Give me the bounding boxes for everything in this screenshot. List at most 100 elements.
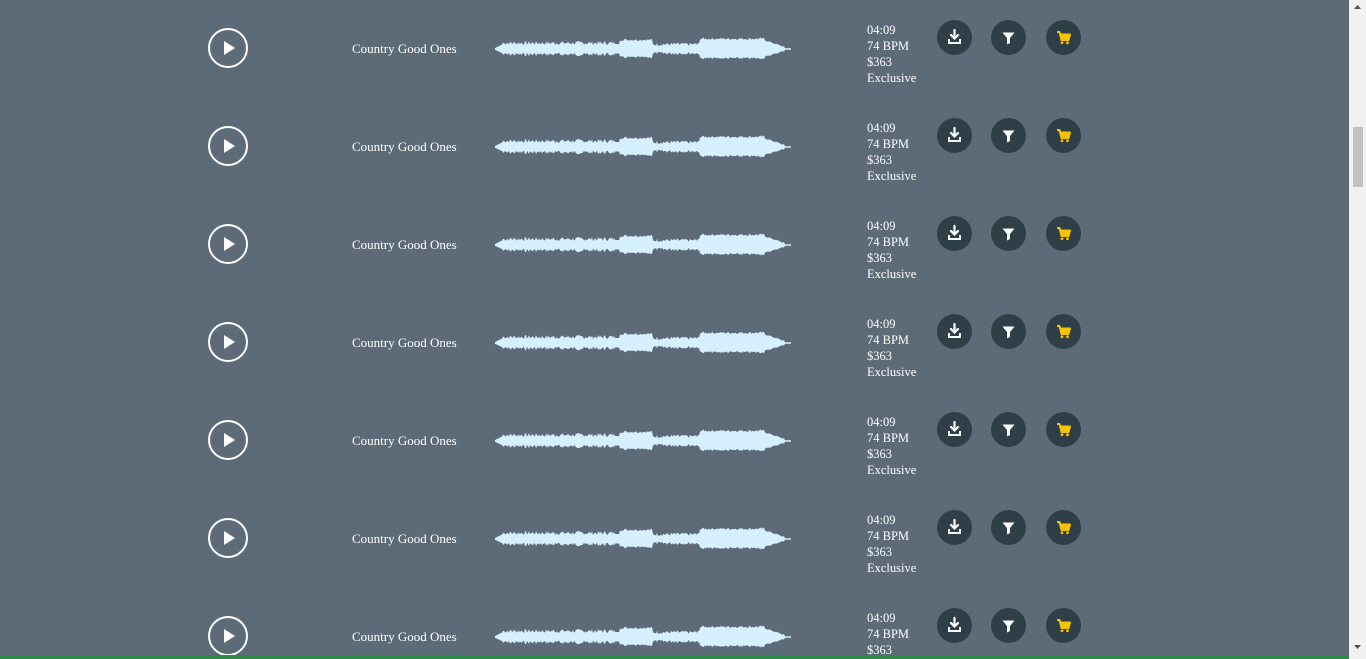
track-price: $363 — [867, 153, 892, 167]
track-bpm: 74 BPM — [867, 137, 910, 151]
play-button[interactable] — [208, 126, 248, 166]
track-duration: 04:09 — [867, 513, 896, 527]
track-price: $363 — [867, 251, 892, 265]
add-to-cart-button[interactable] — [1046, 118, 1081, 153]
add-to-cart-button[interactable] — [1046, 314, 1081, 349]
cart-icon — [1057, 521, 1071, 535]
track-duration: 04:09 — [867, 219, 896, 233]
play-button[interactable] — [208, 518, 248, 558]
track-title[interactable]: Country Good Ones — [352, 41, 457, 57]
track-title[interactable]: Country Good Ones — [352, 433, 457, 449]
filter-icon — [1002, 424, 1015, 437]
track-meta: 04:0974 BPM$363Exclusive — [867, 610, 916, 659]
track-price: $363 — [867, 349, 892, 363]
track-row: Country Good Ones 04:09 74 BPM $363 Exclusiv… — [0, 0, 1349, 98]
scrollbar-thumb[interactable] — [1353, 127, 1363, 187]
track-meta: 04:0974 BPM$363Exclusive — [867, 316, 916, 380]
filter-button[interactable] — [991, 510, 1026, 545]
track-row: Country Good Ones 04:09 74 BPM $363 Exclusiv… — [0, 392, 1349, 490]
track-meta: 04:09 74 BPM $363 Exclusive — [867, 218, 916, 282]
play-button[interactable] — [208, 224, 248, 264]
play-button[interactable] — [208, 420, 248, 460]
download-button[interactable] — [937, 20, 972, 55]
download-icon — [948, 322, 961, 338]
play-icon — [224, 629, 235, 643]
download-button[interactable] — [937, 118, 972, 153]
track-license: Exclusive — [867, 561, 917, 575]
cart-icon — [1057, 619, 1071, 633]
download-button[interactable] — [937, 314, 972, 349]
vertical-scrollbar[interactable] — [1349, 0, 1366, 659]
play-icon — [224, 335, 235, 349]
track-bpm: 74 BPM — [867, 529, 910, 543]
filter-icon — [1002, 32, 1015, 45]
track-title[interactable]: Country Good Ones — [352, 629, 457, 645]
play-button[interactable] — [208, 28, 248, 68]
waveform[interactable] — [495, 526, 791, 552]
track-duration: 04:09 — [867, 415, 896, 429]
track-bpm: 74 BPM — [867, 333, 910, 347]
play-icon — [224, 139, 235, 153]
scroll-down-arrow-icon[interactable] — [1349, 640, 1366, 654]
filter-button[interactable] — [991, 314, 1026, 349]
track-price: $363 — [867, 545, 892, 559]
track-list: Country Good Ones 04:09 74 BPM $363 Exclusiv… — [0, 0, 1349, 659]
track-title[interactable]: Country Good Ones — [352, 237, 457, 253]
download-icon — [948, 126, 961, 142]
filter-icon — [1002, 620, 1015, 633]
waveform[interactable] — [495, 36, 791, 62]
download-button[interactable] — [937, 412, 972, 447]
waveform[interactable] — [495, 330, 791, 356]
track-row: Country Good Ones 04:09 74 BPM $363 Exclusiv… — [0, 490, 1349, 588]
play-button[interactable] — [208, 616, 248, 656]
download-icon — [948, 616, 961, 632]
track-duration: 04:09 — [867, 23, 896, 37]
track-title[interactable]: Country Good Ones — [352, 139, 457, 155]
track-license: Exclusive — [867, 463, 917, 477]
add-to-cart-button[interactable] — [1046, 20, 1081, 55]
play-icon — [224, 531, 235, 545]
waveform[interactable] — [495, 624, 791, 650]
add-to-cart-button[interactable] — [1046, 412, 1081, 447]
filter-icon — [1002, 130, 1015, 143]
waveform[interactable] — [495, 232, 791, 258]
play-icon — [224, 41, 235, 55]
play-icon — [224, 237, 235, 251]
track-bpm: 74 BPM — [867, 39, 910, 53]
add-to-cart-button[interactable] — [1046, 216, 1081, 251]
download-button[interactable] — [937, 510, 972, 545]
track-price: $363 — [867, 447, 892, 461]
waveform[interactable] — [495, 134, 791, 160]
track-row: Country Good Ones 04:09 74 BPM $363 Exclusiv… — [0, 196, 1349, 294]
track-row: Country Good Ones 04:09 74 BPM $363 Exclusiv… — [0, 294, 1349, 392]
cart-icon — [1057, 423, 1071, 437]
filter-button[interactable] — [991, 608, 1026, 643]
filter-button[interactable] — [991, 216, 1026, 251]
download-button[interactable] — [937, 216, 972, 251]
waveform[interactable] — [495, 428, 791, 454]
track-meta: 04:0974 BPM$363Exclusive — [867, 414, 916, 478]
track-title[interactable]: Country Good Ones — [352, 531, 457, 547]
filter-icon — [1002, 522, 1015, 535]
download-button[interactable] — [937, 608, 972, 643]
track-meta: 04:0974 BPM$363Exclusive — [867, 22, 916, 86]
track-meta: 04:09 74 BPM $363 Exclusive — [867, 512, 916, 576]
add-to-cart-button[interactable] — [1046, 608, 1081, 643]
download-icon — [948, 420, 961, 436]
filter-button[interactable] — [991, 412, 1026, 447]
scroll-up-arrow-icon[interactable] — [1349, 0, 1366, 14]
track-duration: 04:09 — [867, 121, 896, 135]
track-duration: 04:09 — [867, 611, 896, 625]
track-license: Exclusive — [867, 267, 917, 281]
track-row: Country Good Ones 04:09 74 BPM $363 Exclusiv… — [0, 98, 1349, 196]
cart-icon — [1057, 227, 1071, 241]
filter-button[interactable] — [991, 20, 1026, 55]
track-bpm: 74 BPM — [867, 235, 910, 249]
download-icon — [948, 518, 961, 534]
play-button[interactable] — [208, 322, 248, 362]
cart-icon — [1057, 325, 1071, 339]
track-license: Exclusive — [867, 365, 917, 379]
add-to-cart-button[interactable] — [1046, 510, 1081, 545]
filter-button[interactable] — [991, 118, 1026, 153]
track-title[interactable]: Country Good Ones — [352, 335, 457, 351]
